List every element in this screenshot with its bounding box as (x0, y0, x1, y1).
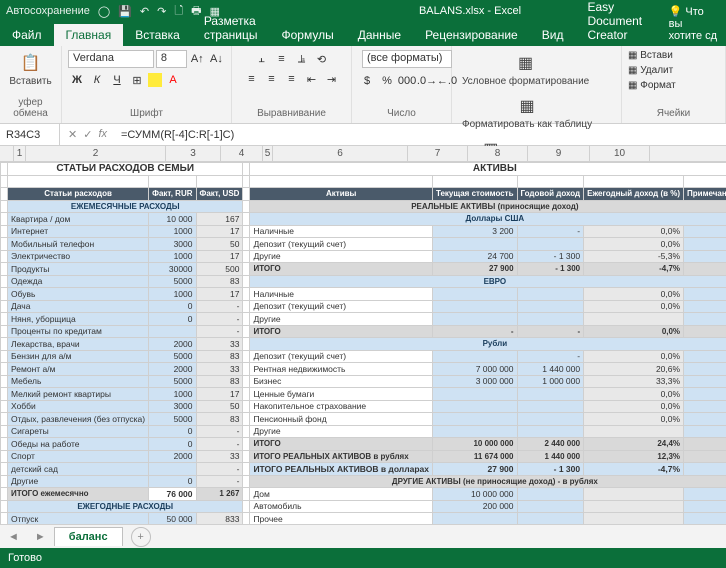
tab-layout[interactable]: Разметка страницы (192, 10, 270, 46)
fx-icon[interactable]: fx (98, 128, 107, 141)
tab-nav-next[interactable]: ► (27, 531, 54, 543)
formula-input[interactable]: =СУММ(R[-4]C:R[-1]C) (115, 129, 726, 141)
clipboard-group-label: уфер обмена (6, 97, 55, 119)
formula-bar: R34C3 ✕ ✓ fx =СУММ(R[-4]C:R[-1]C) (0, 124, 726, 146)
number-group-label: Число (358, 108, 445, 119)
tab-data[interactable]: Данные (346, 24, 413, 46)
tab-edc[interactable]: Easy Document Creator (575, 0, 660, 46)
cells-format-button[interactable]: ▦ Формат (628, 80, 676, 91)
align-bottom-icon[interactable]: ⫡ (293, 50, 311, 68)
comma-icon[interactable]: 000 (398, 72, 416, 90)
cells-insert-button[interactable]: ▦ Встави (628, 50, 673, 61)
autosave-label: Автосохранение (6, 5, 90, 17)
format-table-button[interactable]: ▦Форматировать как таблицу (458, 93, 596, 132)
paste-button[interactable]: 📋 Вставить (6, 50, 55, 89)
align-left-icon[interactable]: ≡ (243, 70, 261, 88)
align-right-icon[interactable]: ≡ (283, 70, 301, 88)
cells-delete-button[interactable]: ▦ Удалит (628, 65, 673, 76)
align-middle-icon[interactable]: ≡ (273, 50, 291, 68)
status-text: Готово (8, 552, 42, 564)
align-center-icon[interactable]: ≡ (263, 70, 281, 88)
tab-nav-prev[interactable]: ◄ (0, 531, 27, 543)
tab-insert[interactable]: Вставка (123, 24, 192, 46)
number-format-select[interactable]: (все форматы) (362, 50, 452, 68)
indent-inc-icon[interactable]: ⇥ (323, 70, 341, 88)
inc-decimal-icon[interactable]: .0→ (418, 72, 436, 90)
spreadsheet-grid[interactable]: СТАТЬИ РАСХОДОВ СЕМЬИАКТИВЫСтатьи расход… (0, 162, 726, 524)
ribbon-tabs: Файл Главная Вставка Разметка страницы Ф… (0, 22, 726, 46)
align-top-icon[interactable]: ⫠ (253, 50, 271, 68)
sheet-tabs: ◄ ► баланс + (0, 524, 726, 548)
tab-formulas[interactable]: Формулы (269, 24, 345, 46)
indent-dec-icon[interactable]: ⇤ (303, 70, 321, 88)
undo-icon[interactable]: ↶ (140, 5, 149, 18)
grow-font-icon[interactable]: A↑ (189, 50, 206, 68)
conditional-format-button[interactable]: ▦Условное форматирование (458, 50, 593, 89)
tell-me[interactable]: 💡 Что вы хотите сд (661, 1, 726, 46)
save-icon[interactable]: 💾 (118, 5, 132, 18)
font-name-select[interactable]: Verdana (68, 50, 154, 68)
fill-color-button[interactable] (148, 73, 162, 87)
clipboard-icon: 📋 (20, 52, 42, 74)
font-size-select[interactable]: 8 (156, 50, 187, 68)
tab-view[interactable]: Вид (530, 24, 576, 46)
accept-formula-icon[interactable]: ✓ (83, 128, 92, 141)
sheet-tab-balance[interactable]: баланс (54, 527, 123, 546)
percent-icon[interactable]: % (378, 72, 396, 90)
ribbon: 📋 Вставить уфер обмена Verdana 8 A↑ A↓ Ж… (0, 46, 726, 124)
status-bar: Готово (0, 548, 726, 568)
border-button[interactable]: ⊞ (128, 71, 146, 89)
bold-button[interactable]: Ж (68, 71, 86, 89)
tab-home[interactable]: Главная (54, 24, 124, 46)
print-icon[interactable]: 🖶 (191, 2, 201, 21)
italic-button[interactable]: К (88, 71, 106, 89)
redo-icon[interactable]: ↷ (157, 5, 166, 18)
autosave-toggle[interactable]: ◯ (98, 5, 110, 18)
cancel-formula-icon[interactable]: ✕ (68, 128, 77, 141)
new-icon[interactable]: 🗋 (174, 2, 183, 21)
underline-button[interactable]: Ч (108, 71, 126, 89)
add-sheet-button[interactable]: + (131, 527, 151, 547)
cells-group-label: Ячейки (628, 108, 719, 119)
tab-file[interactable]: Файл (0, 24, 54, 46)
name-box[interactable]: R34C3 (0, 124, 60, 145)
orientation-icon[interactable]: ⟲ (313, 50, 331, 68)
font-color-button[interactable]: A (164, 71, 182, 89)
cond-format-icon: ▦ (515, 52, 537, 74)
table-icon[interactable]: ▦ (210, 5, 220, 18)
tab-review[interactable]: Рецензирование (413, 24, 530, 46)
align-group-label: Выравнивание (238, 108, 345, 119)
font-group-label: Шрифт (68, 108, 225, 119)
worksheet[interactable]: 1 2 3 4 5 6 7 8 9 10 СТАТЬИ РАСХОДОВ СЕМ… (0, 146, 726, 524)
currency-icon[interactable]: $ (358, 72, 376, 90)
table-format-icon: ▦ (516, 95, 538, 117)
shrink-font-icon[interactable]: A↓ (208, 50, 225, 68)
